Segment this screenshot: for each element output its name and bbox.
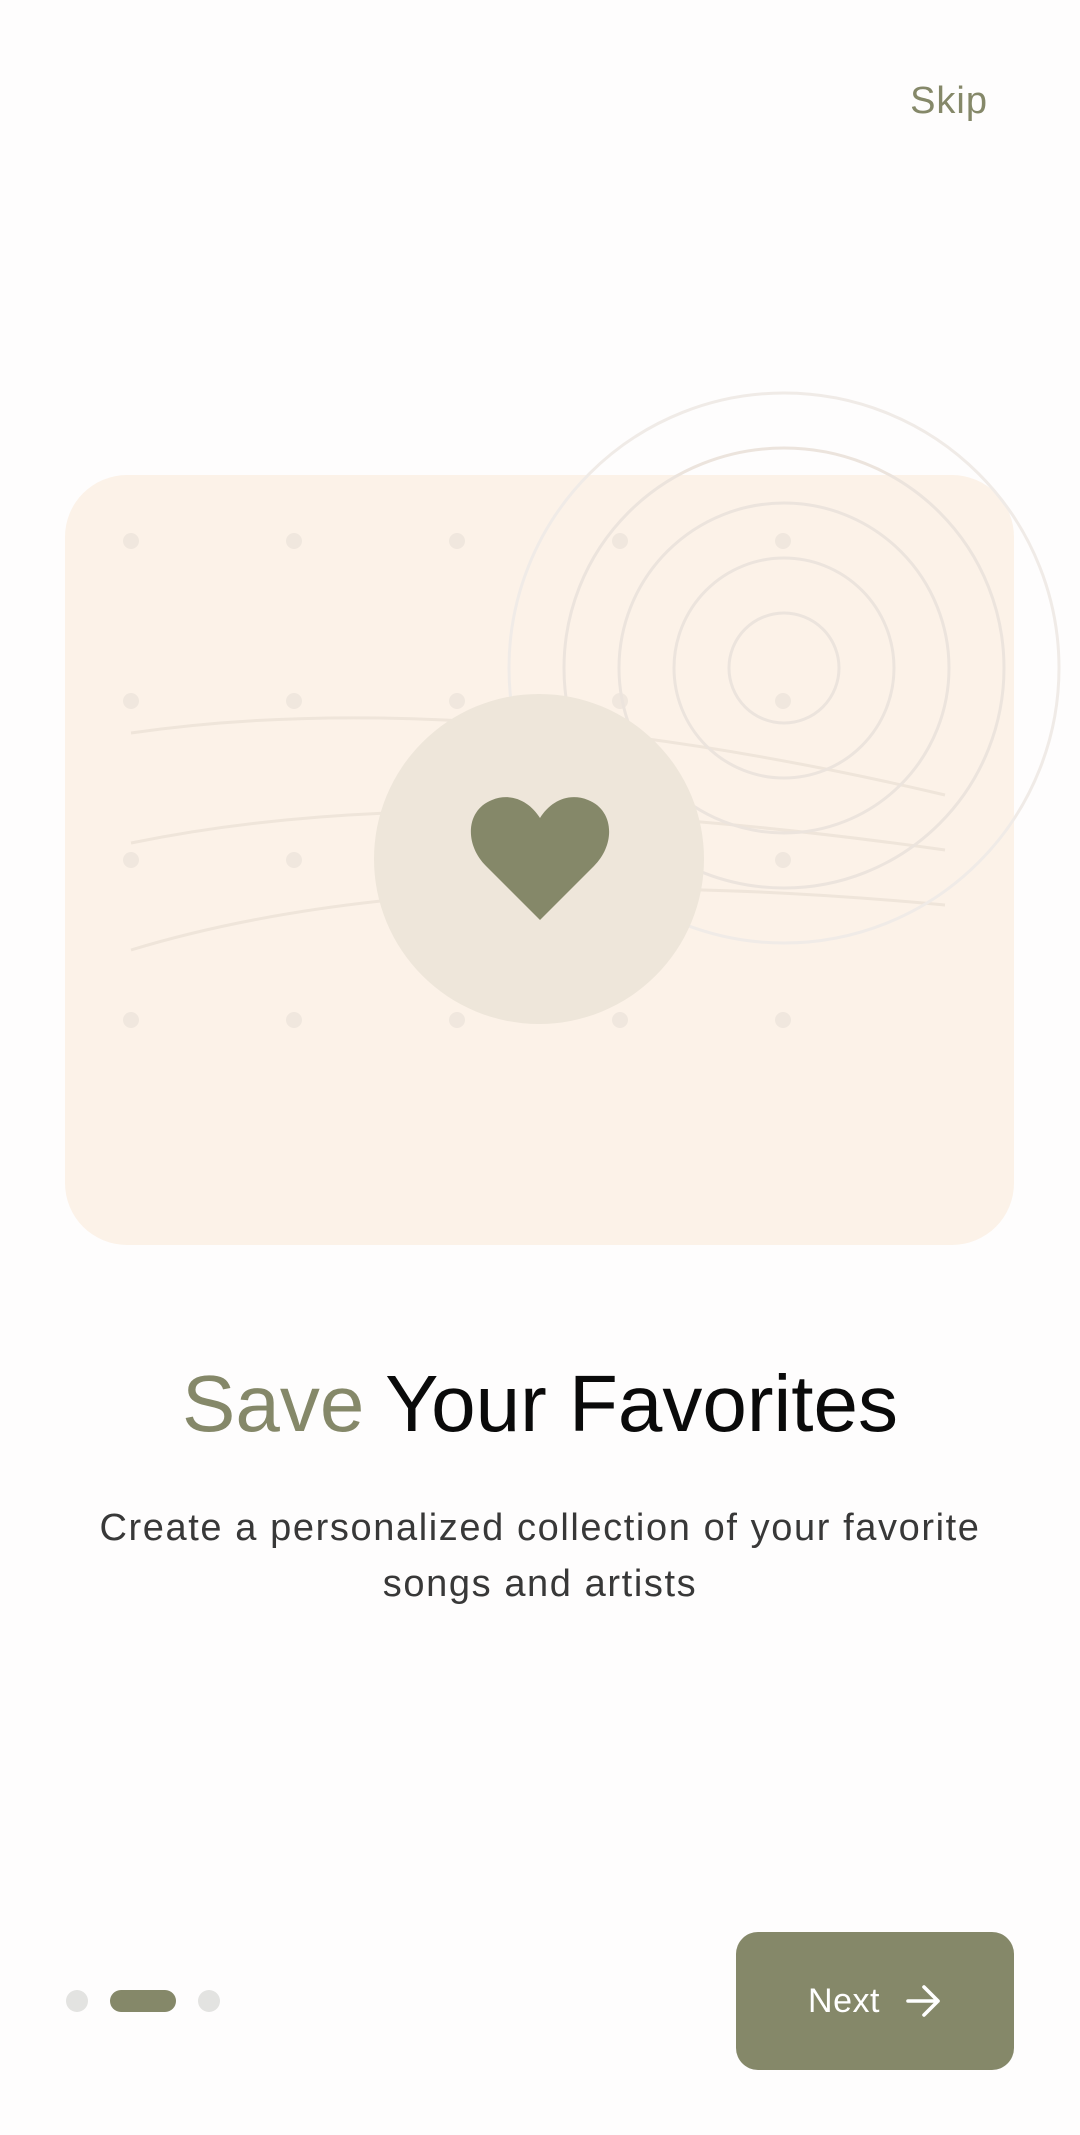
page-title: Save Your Favorites — [0, 1358, 1080, 1450]
arrow-right-icon — [906, 1985, 940, 2017]
page-dot-3 — [198, 1990, 220, 2012]
page-dot-1 — [66, 1990, 88, 2012]
heart-icon — [470, 797, 610, 920]
page-dot-2-active — [110, 1990, 176, 2012]
page-subtitle: Create a personalized collection of your… — [99, 1507, 981, 1605]
next-button[interactable]: Next — [736, 1932, 1014, 2070]
title-rest: Your Favorites — [364, 1359, 898, 1448]
title-accent: Save — [182, 1359, 365, 1448]
next-button-label: Next — [808, 1981, 880, 2020]
skip-button[interactable]: Skip — [910, 80, 988, 123]
